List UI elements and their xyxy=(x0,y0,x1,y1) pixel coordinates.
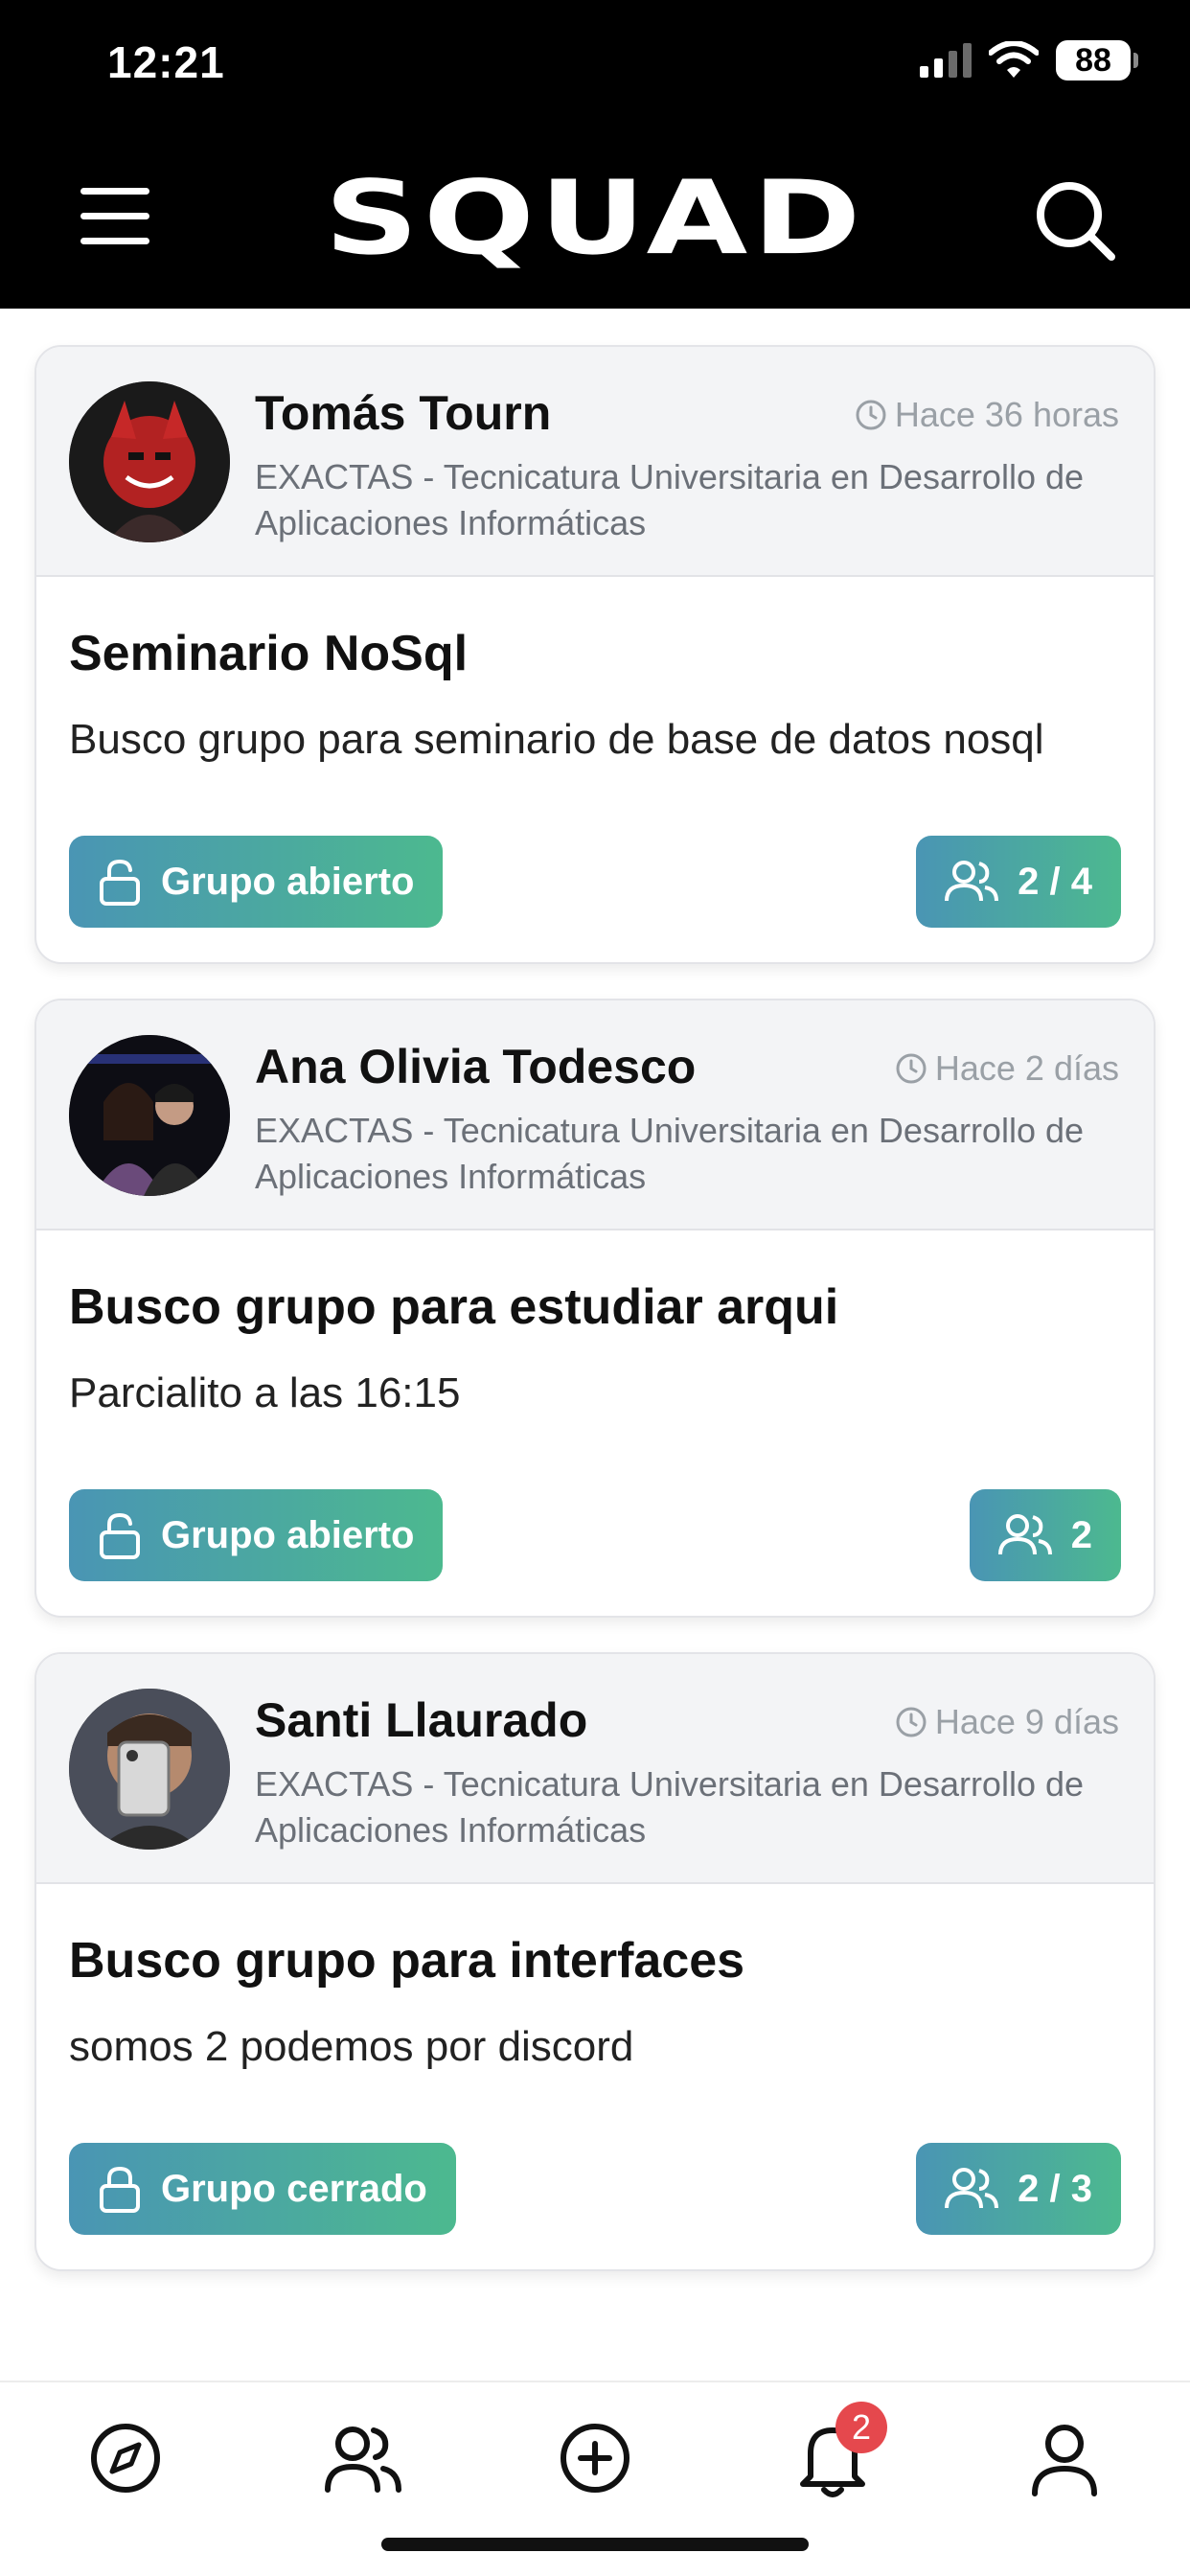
members-count: 2 xyxy=(1070,1513,1092,1556)
notification-badge: 2 xyxy=(835,2402,887,2453)
home-indicator[interactable] xyxy=(381,2538,809,2551)
users-icon xyxy=(945,2168,999,2209)
career-text: EXACTAS - Tecnicatura Universitaria en D… xyxy=(255,1111,1085,1196)
post-header: Tomás Tourn Hace 36 horas EXACTAS - Tecn… xyxy=(36,347,1154,577)
avatar[interactable] xyxy=(69,381,230,542)
members-badge[interactable]: 2 / 3 xyxy=(916,2143,1121,2235)
group-status-badge[interactable]: Grupo cerrado xyxy=(69,2143,456,2235)
author-name[interactable]: Ana Olivia Todesco xyxy=(255,1039,696,1094)
post-title: Seminario NoSql xyxy=(69,626,469,681)
users-icon xyxy=(997,1514,1052,1555)
group-status-label: Grupo abierto xyxy=(161,1513,415,1556)
post-header: Ana Olivia Todesco Hace 2 días EXACTAS -… xyxy=(36,1000,1154,1230)
search-icon[interactable] xyxy=(1033,178,1117,263)
clock-icon xyxy=(896,1053,927,1084)
unlock-icon xyxy=(100,1512,140,1559)
career-text: EXACTAS - Tecnicatura Universitaria en D… xyxy=(255,1764,1085,1850)
author-name[interactable]: Santi Llaurado xyxy=(255,1692,587,1748)
unlock-icon xyxy=(100,859,140,906)
post-body: Busco grupo para interfaces somos 2 pode… xyxy=(36,1884,1154,2082)
status-time: 12:21 xyxy=(107,37,225,87)
plus-circle-icon[interactable] xyxy=(554,2417,636,2499)
compass-icon[interactable] xyxy=(84,2417,167,2499)
clock-icon xyxy=(856,400,886,430)
post-title: Busco grupo para interfaces xyxy=(69,1933,745,1989)
post-header: Santi Llaurado Hace 9 días EXACTAS - Tec… xyxy=(36,1654,1154,1884)
members-count: 2 / 3 xyxy=(1018,2167,1092,2210)
post-time-text: Hace 36 horas xyxy=(894,395,1119,434)
signal-icon xyxy=(920,43,972,78)
clock-icon xyxy=(896,1707,927,1737)
post-card[interactable]: Santi Llaurado Hace 9 días EXACTAS - Tec… xyxy=(34,1652,1156,2271)
post-time-text: Hace 9 días xyxy=(934,1702,1119,1741)
post-time-text: Hace 2 días xyxy=(934,1048,1119,1088)
avatar[interactable] xyxy=(69,1689,230,1850)
post-footer: Grupo cerrado 2 / 3 xyxy=(69,2143,1121,2235)
post-time: Hace 36 horas xyxy=(855,395,1119,435)
group-status-badge[interactable]: Grupo abierto xyxy=(69,836,444,928)
post-card[interactable]: Ana Olivia Todesco Hace 2 días EXACTAS -… xyxy=(34,999,1156,1618)
users-icon xyxy=(945,861,999,902)
post-card[interactable]: Tomás Tourn Hace 36 horas EXACTAS - Tecn… xyxy=(34,345,1156,964)
members-badge[interactable]: 2 / 4 xyxy=(916,836,1121,928)
post-description: Parcialito a las 16:15 xyxy=(69,1369,461,1416)
post-description: Busco grupo para seminario de base de da… xyxy=(69,716,1044,763)
status-icons: 88 xyxy=(920,40,1138,80)
career-text: EXACTAS - Tecnicatura Universitaria en D… xyxy=(255,457,1085,542)
post-footer: Grupo abierto 2 / 4 xyxy=(69,836,1121,928)
post-time: Hace 9 días xyxy=(895,1702,1119,1742)
avatar[interactable] xyxy=(69,1035,230,1196)
post-title: Busco grupo para estudiar arqui xyxy=(69,1279,839,1335)
user-icon[interactable] xyxy=(1023,2417,1106,2499)
lock-icon xyxy=(100,2166,140,2213)
post-footer: Grupo abierto 2 xyxy=(69,1489,1121,1581)
author-name[interactable]: Tomás Tourn xyxy=(255,385,551,441)
wifi-icon xyxy=(989,41,1039,78)
post-feed: Tomás Tourn Hace 36 horas EXACTAS - Tecn… xyxy=(34,345,1156,2306)
notifications-button[interactable]: 2 xyxy=(791,2402,887,2499)
post-description: somos 2 podemos por discord xyxy=(69,2023,634,2070)
group-status-badge[interactable]: Grupo abierto xyxy=(69,1489,444,1581)
group-status-label: Grupo abierto xyxy=(161,860,415,903)
post-body: Seminario NoSql Busco grupo para seminar… xyxy=(36,577,1154,774)
members-badge[interactable]: 2 xyxy=(969,1489,1121,1581)
app-logo: SQUAD xyxy=(324,159,866,278)
battery-indicator: 88 xyxy=(1056,40,1138,80)
group-status-label: Grupo cerrado xyxy=(161,2167,427,2210)
users-icon[interactable] xyxy=(322,2417,404,2499)
top-bar: 12:21 88 SQUAD xyxy=(0,0,1190,309)
app-screen: 12:21 88 SQUAD Tomás Tourn Hace 36 horas… xyxy=(0,0,1190,2576)
members-count: 2 / 4 xyxy=(1018,860,1092,903)
post-time: Hace 2 días xyxy=(895,1048,1119,1089)
post-body: Busco grupo para estudiar arqui Parciali… xyxy=(36,1230,1154,1428)
